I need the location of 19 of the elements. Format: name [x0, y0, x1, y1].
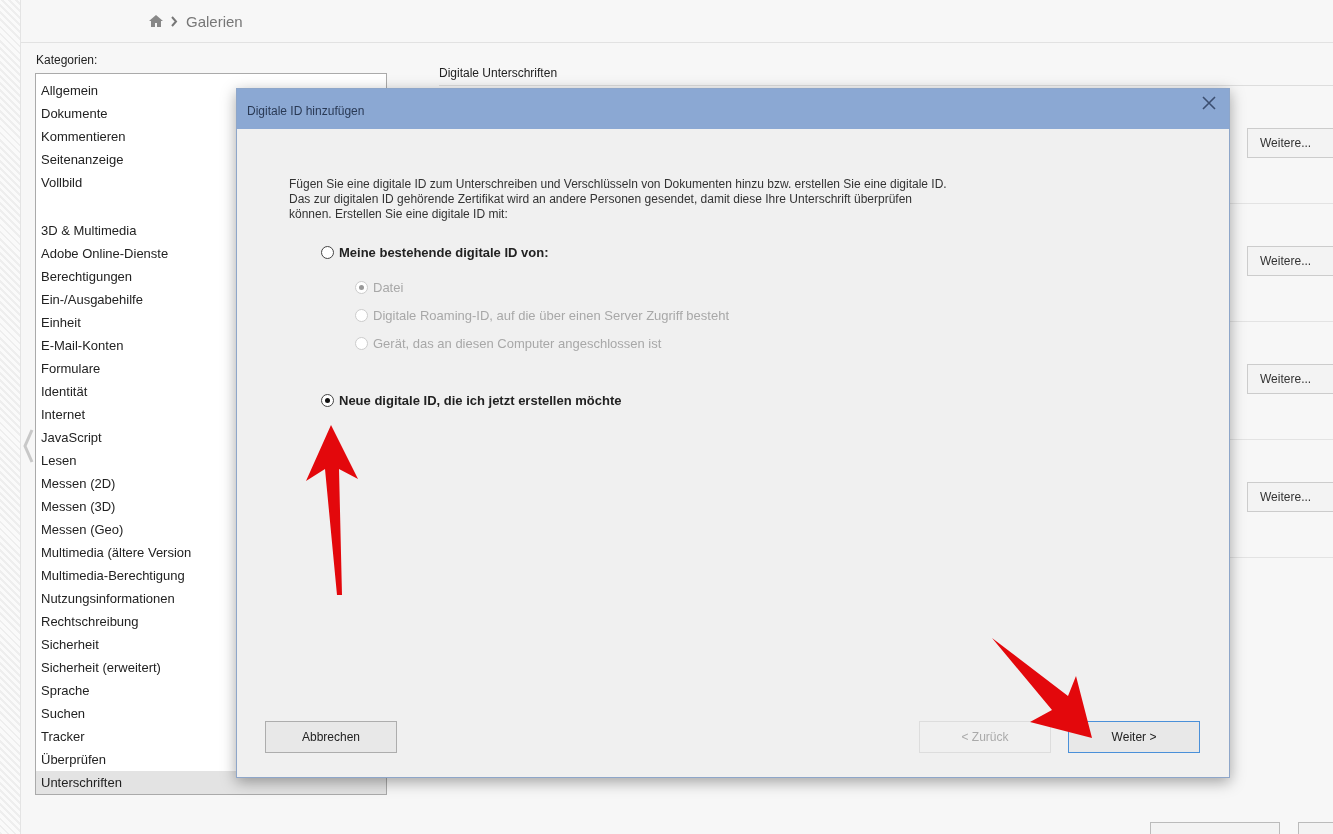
more-button[interactable]: Weitere...: [1247, 246, 1333, 276]
home-icon[interactable]: [149, 15, 163, 27]
option-label[interactable]: Meine bestehende digitale ID von:: [339, 245, 549, 260]
breadcrumb-item[interactable]: Galerien: [186, 12, 243, 30]
dialog-description: Fügen Sie eine digitale ID zum Unterschreiben und Verschlüsseln von Dokumenten hinzu bzw. erstellen Sie eine digitale ID. Das zur digitalen ID gehörende Zertifikat wird an andere Personen gesendet, damit diese Ihre Unterschrift überprüfen können. Erstellen Sie eine digitale ID mit:: [289, 177, 948, 222]
option-label[interactable]: Neue digitale ID, die ich jetzt erstellen möchte: [339, 393, 622, 408]
dialog-button[interactable]: Weiter >: [1068, 721, 1200, 753]
dialog-title: Digitale ID hinzufügen: [247, 104, 365, 118]
more-button[interactable]: Weitere...: [1247, 128, 1333, 158]
chevron-left-icon[interactable]: [23, 428, 34, 464]
close-icon: [1202, 96, 1216, 110]
more-button[interactable]: Weitere...: [1247, 482, 1333, 512]
panel-title: Digitale Unterschriften: [439, 61, 1333, 86]
more-button[interactable]: Weitere...: [1247, 364, 1333, 394]
dialog-button[interactable]: Abbrechen: [265, 721, 397, 753]
categories-label: Kategorien:: [35, 52, 98, 69]
radio-button[interactable]: [321, 394, 334, 407]
radio-button[interactable]: [321, 246, 334, 259]
chevron-right-icon: [171, 15, 178, 27]
